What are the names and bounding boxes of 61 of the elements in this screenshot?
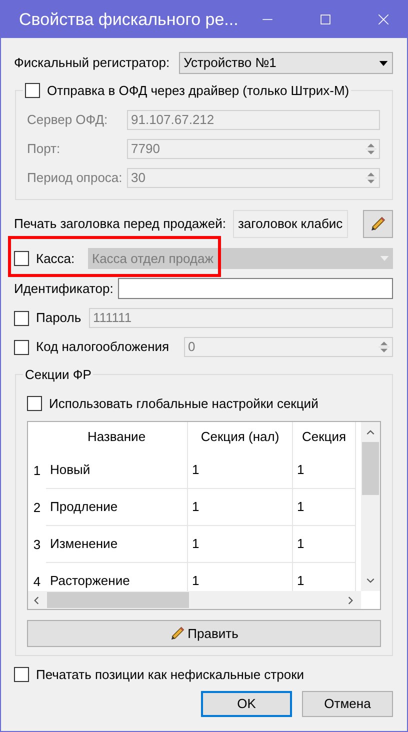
row-header[interactable]: 3 (28, 526, 46, 563)
maximize-icon[interactable] (318, 13, 332, 26)
window-title: Свойства фискального ре... (19, 8, 238, 31)
table-cell: 1 (293, 489, 356, 526)
dropdown[interactable]: Устройство №1 (178, 52, 393, 74)
checkbox[interactable] (25, 83, 40, 98)
checkbox[interactable] (14, 340, 29, 354)
chevron-left-icon[interactable] (34, 596, 39, 604)
scrollbar-thumb[interactable] (47, 592, 189, 608)
table-cell: Продление (46, 489, 188, 526)
horizontal-scrollbar[interactable] (28, 591, 361, 609)
chevron-up-icon[interactable] (366, 430, 375, 435)
row-header[interactable]: 2 (28, 489, 46, 526)
checkbox[interactable] (14, 310, 29, 326)
checkbox-label[interactable]: Пароль (36, 308, 89, 328)
input-field[interactable] (118, 278, 393, 299)
checkbox-label[interactable]: Использовать глобальные настройки секций (49, 394, 318, 414)
scrollbar-thumb[interactable] (362, 442, 379, 495)
dialog-button[interactable]: Отмена (302, 691, 393, 717)
checkbox[interactable] (27, 396, 42, 411)
input-field[interactable]: заголовок клабис (232, 210, 348, 238)
field-label: Идентификатор: (14, 280, 114, 298)
pencil-icon (170, 626, 185, 641)
column-header[interactable]: Секция (нал) (188, 422, 293, 452)
edit-button[interactable]: Править (27, 620, 381, 647)
field-label: Порт: (27, 140, 62, 158)
table-cell: Новый (46, 452, 188, 489)
input-field[interactable]: 91.107.67.212 (127, 110, 380, 130)
column-header[interactable]: Секция (293, 422, 356, 452)
checkbox-label[interactable]: Печатать позиции как нефискальные строки (36, 664, 304, 684)
input-field[interactable]: 7790 (127, 139, 380, 159)
column-header[interactable]: Название (46, 422, 188, 452)
pencil-icon (370, 216, 386, 232)
field-label: Печать заголовка перед продажей: (14, 215, 226, 234)
table-cell: 1 (293, 526, 356, 563)
edit-button[interactable] (363, 210, 393, 238)
chevron-down-icon[interactable] (366, 578, 375, 583)
table-cell: 1 (293, 452, 356, 489)
table-cell: 1 (188, 526, 293, 563)
input-field[interactable]: 30 (127, 168, 380, 188)
table-cell: 1 (188, 452, 293, 489)
row-header[interactable]: 4 (28, 563, 46, 591)
checkbox-label[interactable]: Касса: (36, 248, 88, 268)
checkbox-label[interactable]: Отправка в ОФД через драйвер (только Штрих-М) (47, 81, 350, 100)
vertical-scrollbar[interactable] (361, 422, 380, 591)
dialog-button[interactable]: OK (201, 691, 292, 717)
input-field[interactable]: 0 (184, 337, 393, 357)
table-cell: Изменение (46, 526, 188, 563)
checkbox[interactable] (14, 251, 29, 266)
field-label: Сервер ОФД: (27, 111, 109, 130)
checkbox[interactable] (14, 667, 29, 682)
table-cell: 1 (188, 489, 293, 526)
checkbox-label[interactable]: Код налогообложения (36, 337, 184, 357)
chevron-right-icon[interactable] (348, 596, 353, 604)
close-icon[interactable] (376, 13, 390, 26)
row-header[interactable]: 1 (28, 452, 46, 489)
field-label: Период опроса: (27, 169, 124, 188)
field-label: Фискальный регистратор: (14, 54, 170, 72)
caret-icon (379, 60, 388, 66)
input-field[interactable]: 111111 (89, 308, 393, 328)
caret-icon (380, 256, 389, 261)
